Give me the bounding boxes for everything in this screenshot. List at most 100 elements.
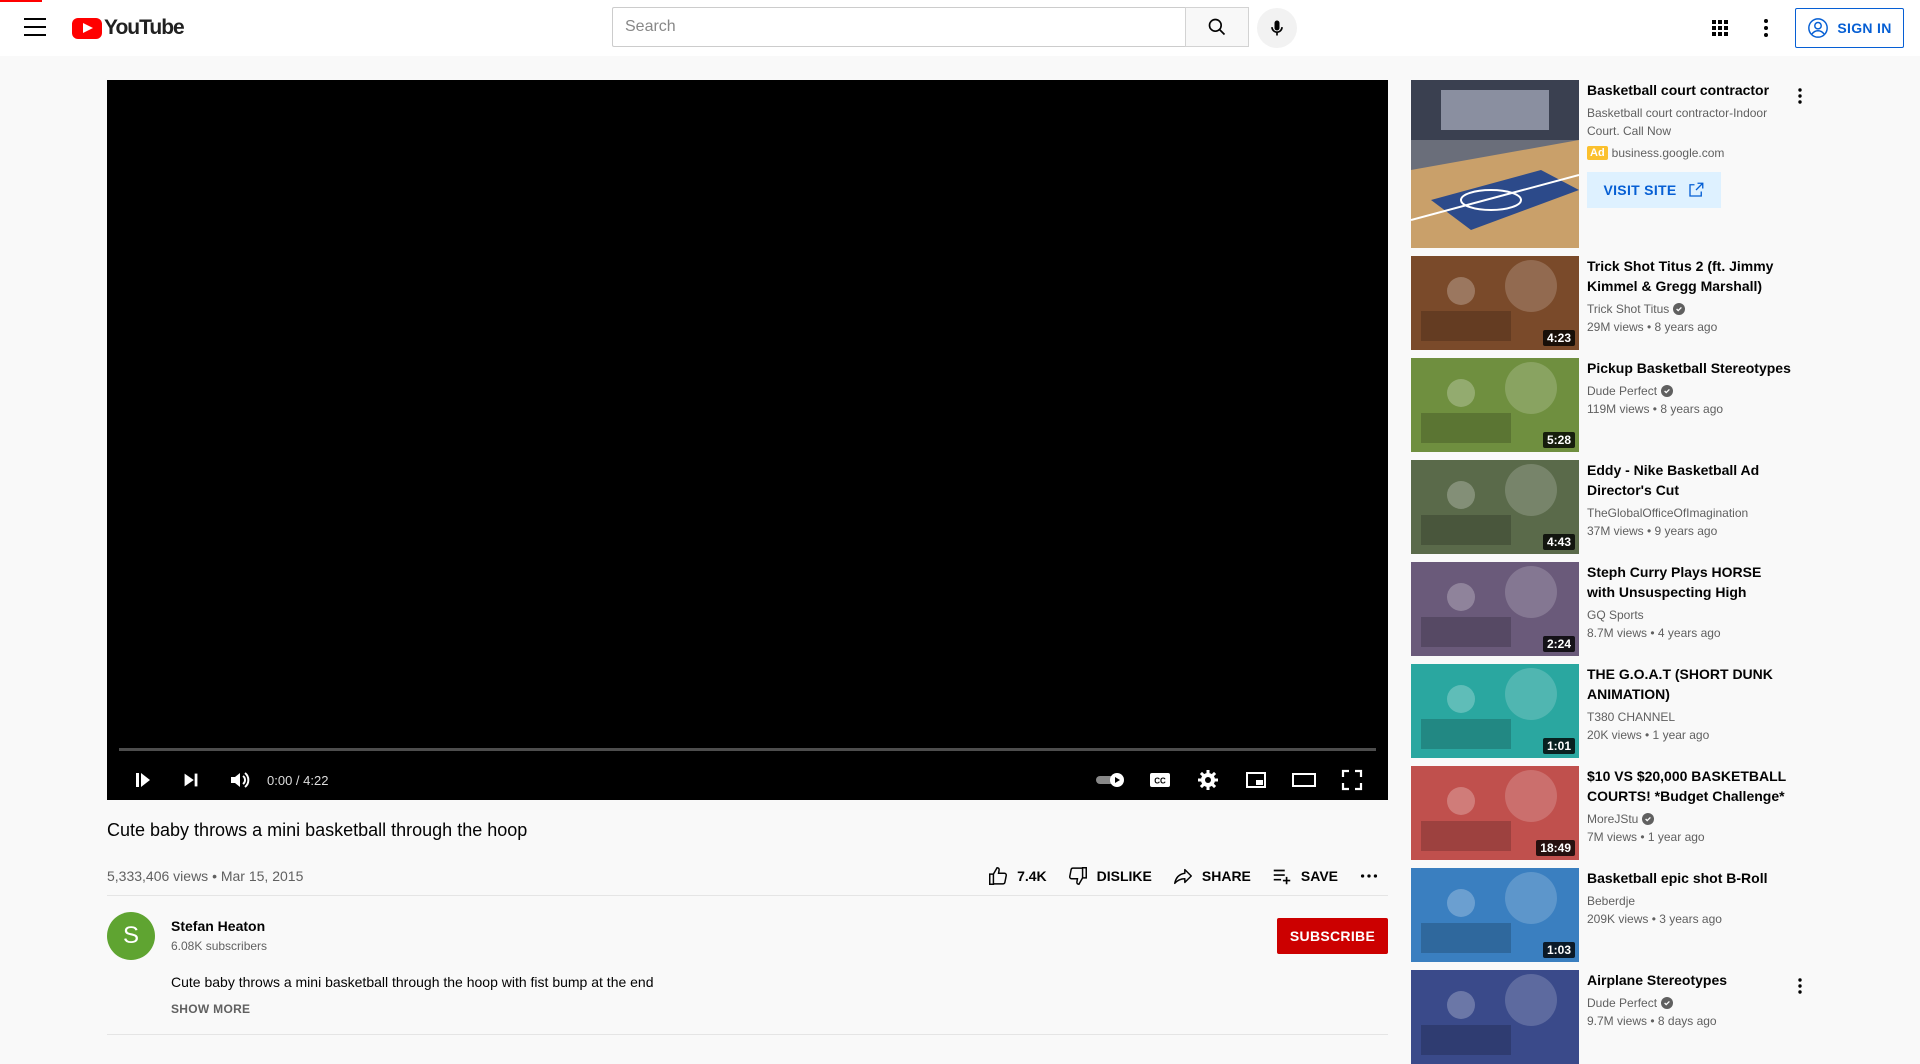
recommendation-title[interactable]: Steph Curry Plays HORSE with Unsuspectin… [1587,562,1791,602]
settings-button[interactable] [1184,760,1232,800]
verified-check-icon [1661,385,1674,397]
video-thumbnail[interactable]: 1:03 [1411,868,1579,962]
video-thumbnail[interactable]: 1:01 [1411,664,1579,758]
theater-icon [1292,773,1316,787]
sign-in-button[interactable]: SIGN IN [1795,8,1904,48]
fullscreen-icon [1341,769,1363,791]
video-thumbnail[interactable] [1411,970,1579,1064]
channel-name[interactable]: Dude Perfect [1587,994,1657,1012]
video-thumbnail[interactable]: 4:43 [1411,460,1579,554]
recommendation-channel: Dude Perfect [1587,994,1791,1012]
view-count-date: 5,333,406 views • Mar 15, 2015 [107,868,304,884]
voice-search-button[interactable] [1257,8,1297,48]
recommendation-title[interactable]: THE G.O.A.T (SHORT DUNK ANIMATION) [1587,664,1791,704]
recommendation-title[interactable]: Eddy - Nike Basketball Ad Director's Cut [1587,460,1791,500]
ad-card: Basketball court contractor Basketball c… [1411,80,1811,248]
mute-button[interactable] [215,760,263,800]
youtube-play-icon [72,17,102,39]
ad-description: Basketball court contractor-Indoor Court… [1587,106,1768,138]
visit-site-button[interactable]: VISIT SITE [1587,172,1721,208]
apps-icon[interactable] [1708,16,1732,40]
play-pause-icon [136,773,150,787]
progress-bar[interactable] [119,748,1376,751]
save-button[interactable]: SAVE [1271,865,1338,887]
top-bar: YouTube SIGN IN [0,0,1920,56]
recommendation-title[interactable]: Basketball epic shot B-Roll [1587,868,1791,888]
recommendation-info: Basketball epic shot B-Roll Beberdje 209K … [1587,868,1791,928]
video-duration: 4:23 [1542,330,1575,346]
video-duration: 5:28 [1542,432,1575,448]
search-button[interactable] [1185,7,1249,47]
like-count: 7.4K [1017,868,1047,884]
dislike-button[interactable]: DISLIKE [1067,865,1152,887]
more-vert-icon[interactable] [1791,976,1809,996]
recommendation-title[interactable]: Airplane Stereotypes [1587,970,1791,990]
channel-name[interactable]: T380 CHANNEL [1587,708,1675,726]
playlist-add-icon [1273,869,1291,885]
like-button[interactable]: 7.4K [987,865,1047,887]
recommendation-info: Airplane Stereotypes Dude Perfect 9.7M vie… [1587,970,1791,1030]
video-player[interactable]: 0:00 / 4:22 CC [107,80,1388,800]
verified-check-icon [1642,813,1655,825]
subscriber-count: 6.08K subscribers [171,939,268,953]
video-duration: 1:01 [1542,738,1575,754]
video-actions: 7.4K DISLIKE SHARE SAVE [967,865,1388,887]
channel-name[interactable]: MoreJStu [1587,810,1638,828]
settings-more-icon[interactable] [1754,16,1778,40]
ad-thumbnail[interactable] [1411,80,1579,248]
show-more-button[interactable]: SHOW MORE [171,1002,250,1016]
video-thumbnail[interactable]: 18:49 [1411,766,1579,860]
svg-text:CC: CC [1154,777,1166,786]
channel-name[interactable]: GQ Sports [1587,606,1644,624]
recommendation-info: Steph Curry Plays HORSE with Unsuspectin… [1587,562,1791,642]
recommendation-stats: 9.7M views • 8 days ago [1587,1014,1717,1028]
more-actions-button[interactable] [1358,865,1388,887]
youtube-logo[interactable]: YouTube [72,16,185,40]
recommendation-title[interactable]: $10 VS $20,000 BASKETBALL COURTS! *Budge… [1587,766,1791,806]
recommendation-channel: Dude Perfect [1587,382,1791,400]
video-thumbnail[interactable]: 4:23 [1411,256,1579,350]
gear-icon [1198,770,1218,790]
next-button[interactable] [167,760,215,800]
visit-site-label: VISIT SITE [1603,182,1677,198]
recommendation-stats: 209K views • 3 years ago [1587,912,1722,926]
recommendation-stats: 7M views • 1 year ago [1587,830,1705,844]
share-icon [1173,868,1192,885]
channel-name[interactable]: Trick Shot Titus [1587,300,1669,318]
video-description: Cute baby throws a mini basketball throu… [171,974,654,990]
more-horizontal-icon [1360,874,1378,878]
video-meta-row: 5,333,406 views • Mar 15, 2015 7.4K DISL… [107,856,1388,896]
video-thumbnail[interactable]: 5:28 [1411,358,1579,452]
channel-name[interactable]: Stefan Heaton [171,918,265,934]
theater-mode-button[interactable] [1280,760,1328,800]
channel-name[interactable]: TheGlobalOfficeOfImagination [1587,504,1748,522]
subtitles-button[interactable]: CC [1136,760,1184,800]
miniplayer-icon [1246,772,1266,788]
menu-icon[interactable] [24,18,46,36]
channel-avatar[interactable]: S [107,912,155,960]
channel-name[interactable]: Dude Perfect [1587,382,1657,400]
search-input[interactable] [612,7,1185,47]
dislike-label: DISLIKE [1096,868,1152,884]
autoplay-toggle[interactable] [1088,760,1136,800]
ad-menu-icon[interactable] [1791,86,1809,106]
autoplay-icon [1096,773,1124,787]
logo-wordmark: YouTube [104,16,185,39]
page-load-progress [0,0,42,2]
play-button[interactable] [119,760,167,800]
recommendation-info: Trick Shot Titus 2 (ft. Jimmy Kimmel & G… [1587,256,1791,336]
ad-domain: business.google.com [1611,146,1725,160]
recommendation-title[interactable]: Pickup Basketball Stereotypes [1587,358,1791,378]
fullscreen-button[interactable] [1328,760,1376,800]
video-thumbnail[interactable]: 2:24 [1411,562,1579,656]
recommendation-stats: 20K views • 1 year ago [1587,728,1710,742]
recommendation-title[interactable]: Trick Shot Titus 2 (ft. Jimmy Kimmel & G… [1587,256,1791,296]
share-button[interactable]: SHARE [1172,865,1251,887]
miniplayer-button[interactable] [1232,760,1280,800]
thumbs-up-icon [989,867,1008,885]
ad-title[interactable]: Basketball court contractor [1587,80,1797,100]
channel-name[interactable]: Beberdje [1587,892,1635,910]
sign-in-label: SIGN IN [1837,20,1892,36]
subscribe-button[interactable]: SUBSCRIBE [1277,918,1388,954]
account-icon [1808,18,1829,38]
